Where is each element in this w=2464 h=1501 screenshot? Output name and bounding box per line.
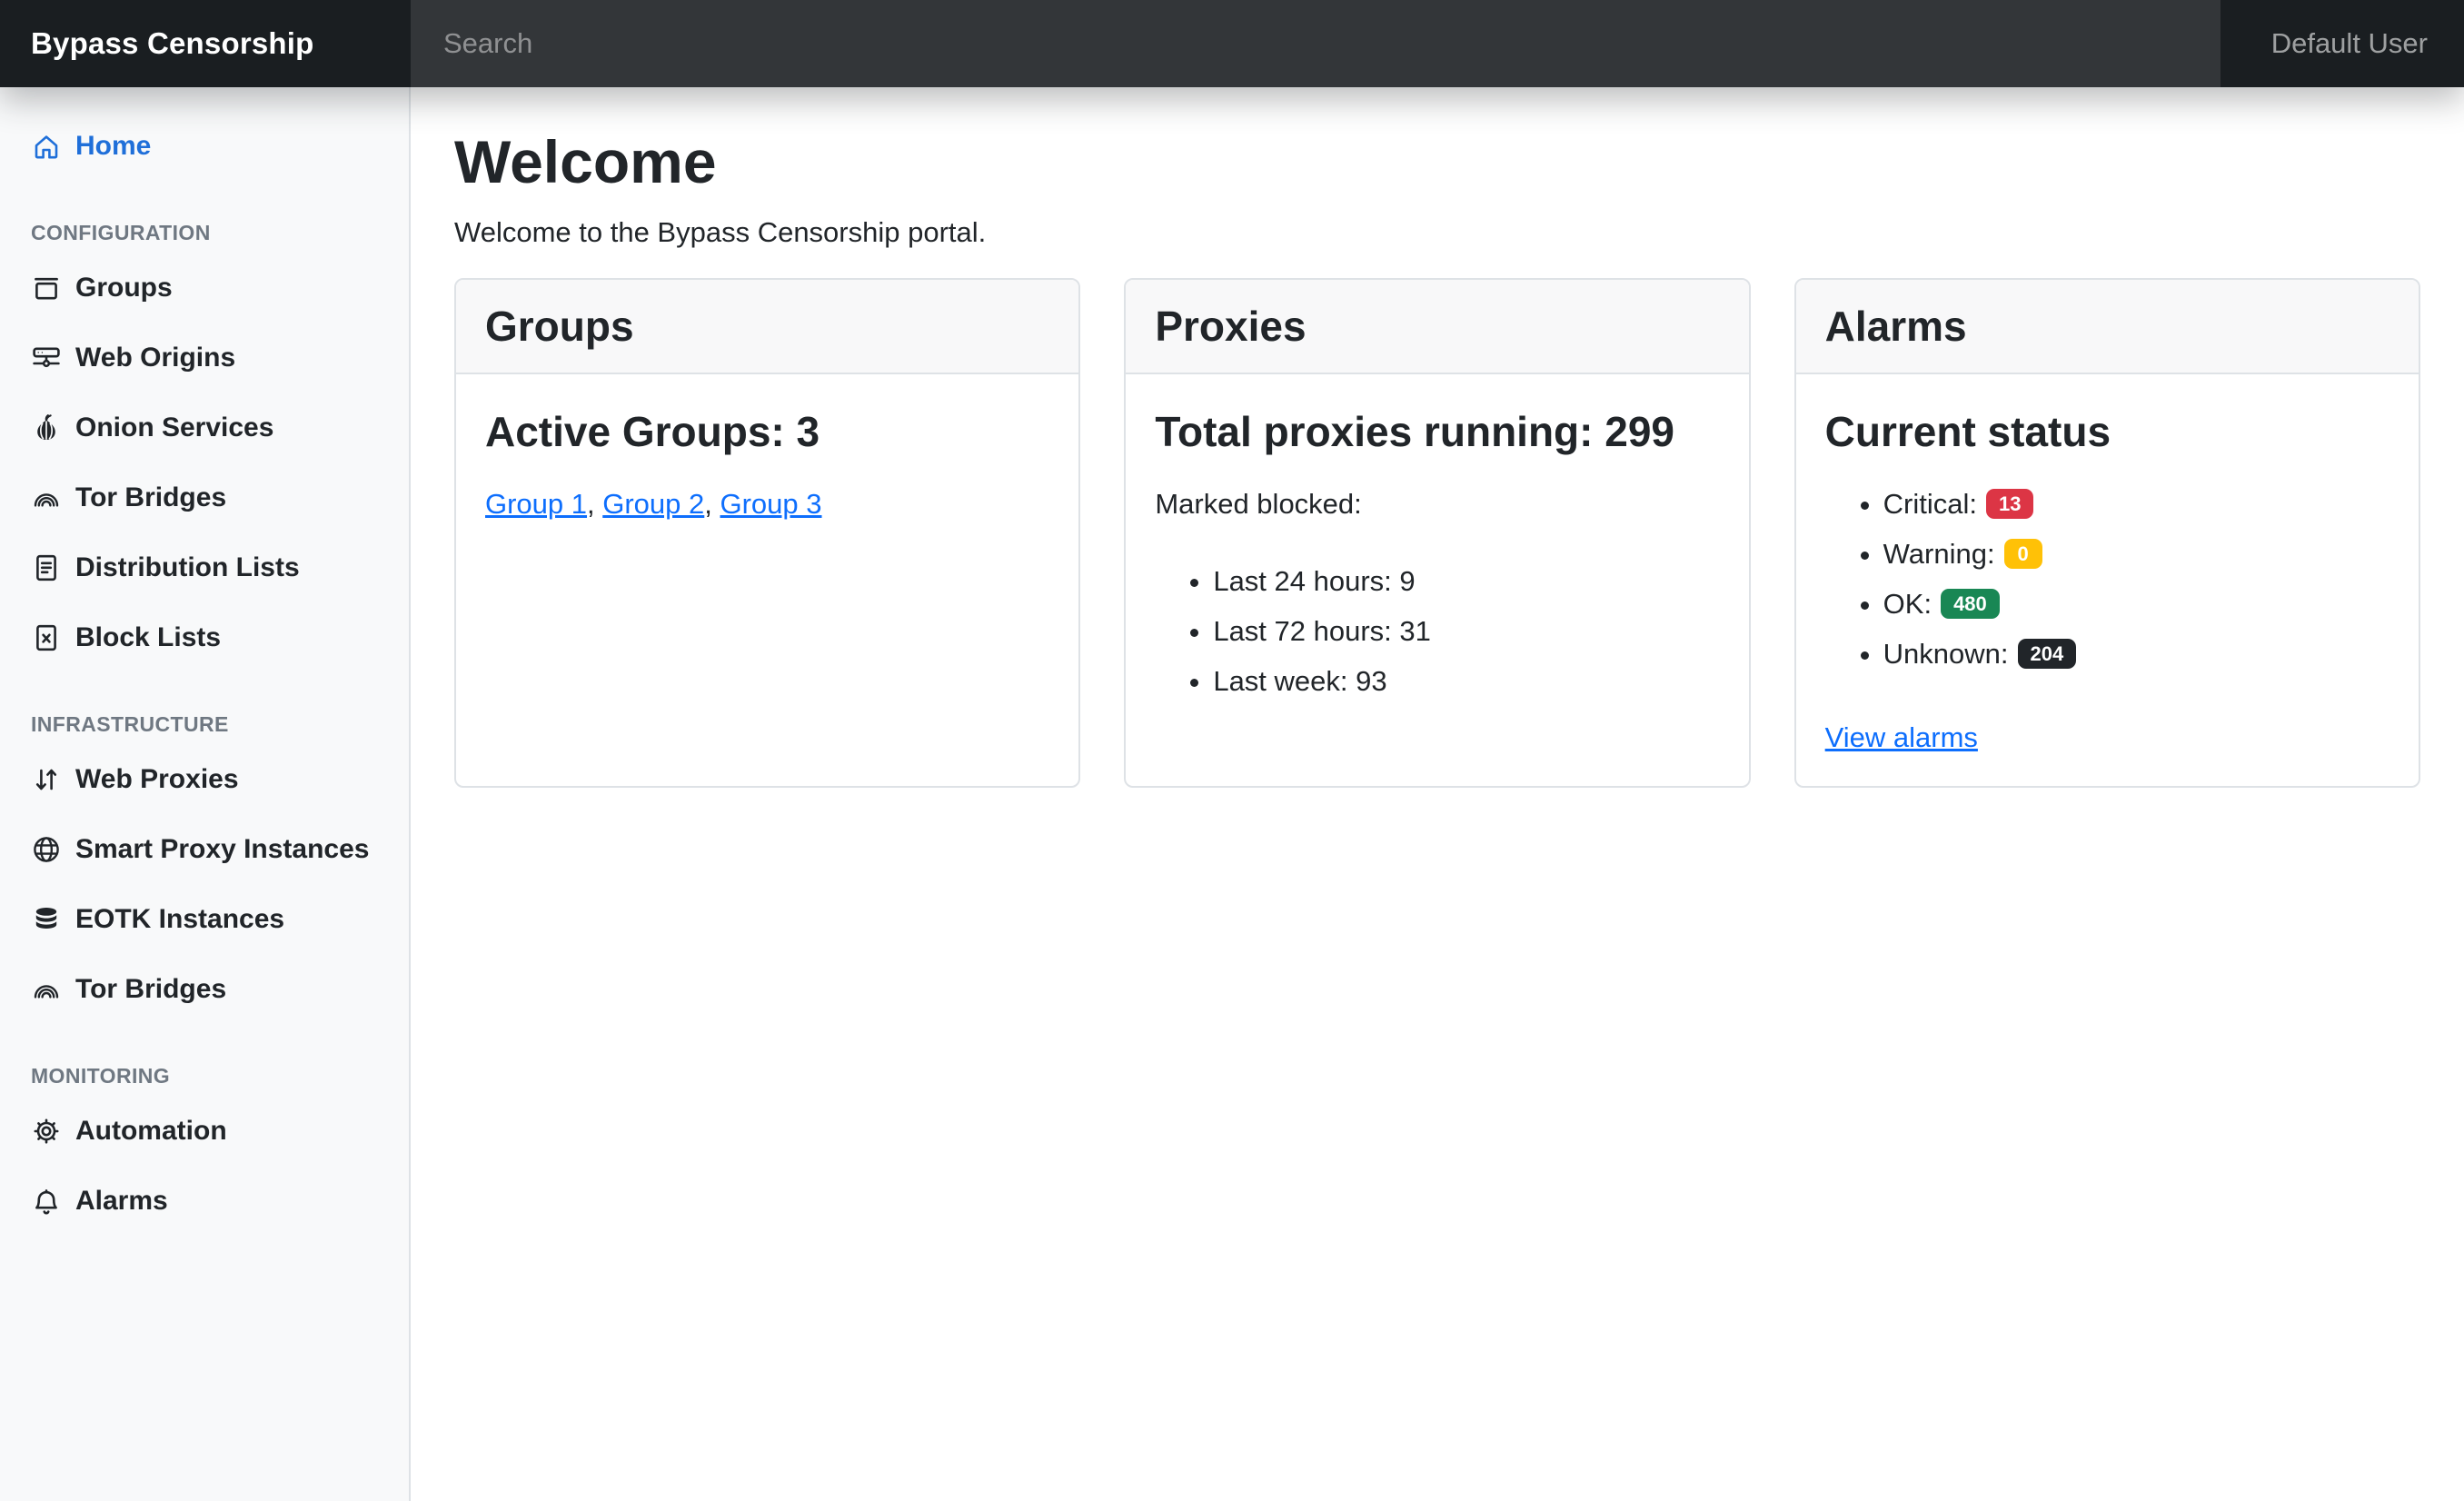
main-content: Welcome Welcome to the Bypass Censorship… bbox=[411, 87, 2464, 1501]
unknown-count-badge: 204 bbox=[2018, 639, 2077, 670]
page-subtitle: Welcome to the Bypass Censorship portal. bbox=[454, 216, 2420, 249]
blocked-last-24-hours: Last 24 hours: 9 bbox=[1213, 562, 1719, 602]
alarms-card-title: Alarms bbox=[1796, 280, 2419, 374]
file-text-icon bbox=[31, 552, 62, 583]
sidebar-item-label: Groups bbox=[75, 267, 173, 308]
sidebar-item-home[interactable]: Home bbox=[0, 111, 409, 181]
sidebar-item-web-origins[interactable]: Web Origins bbox=[0, 323, 409, 393]
sidebar-item-label: Web Origins bbox=[75, 337, 235, 378]
status-label: Critical: bbox=[1883, 488, 1977, 520]
rainbow-icon bbox=[31, 482, 62, 513]
alarms-card-body: Current status Critical: 13 Warning: 0 OK:… bbox=[1796, 374, 2419, 786]
ok-count-badge: 480 bbox=[1941, 589, 2000, 620]
group-3-link[interactable]: Group 3 bbox=[720, 488, 822, 520]
view-alarms-link[interactable]: View alarms bbox=[1825, 718, 1978, 759]
sidebar-item-alarms[interactable]: Alarms bbox=[0, 1166, 409, 1236]
sidebar-item-label: Home bbox=[75, 125, 151, 166]
total-proxies-count: Total proxies running: 299 bbox=[1155, 402, 1719, 462]
brand-link[interactable]: Bypass Censorship bbox=[0, 0, 411, 87]
sidebar-item-automation[interactable]: Automation bbox=[0, 1096, 409, 1166]
page-body: Home CONFIGURATION Groups Web O bbox=[0, 87, 2464, 1501]
sidebar-item-smart-proxy-instances[interactable]: Smart Proxy Instances bbox=[0, 814, 409, 884]
group-1-link[interactable]: Group 1 bbox=[485, 488, 587, 520]
archive-icon bbox=[31, 273, 62, 303]
sidebar-section-infrastructure: INFRASTRUCTURE bbox=[0, 712, 409, 737]
sidebar-item-label: Web Proxies bbox=[75, 759, 239, 800]
alarm-status-list: Critical: 13 Warning: 0 OK: 480 Unknown: 204 bbox=[1825, 484, 2389, 675]
rainbow-icon bbox=[31, 974, 62, 1005]
sidebar-item-eotk-instances[interactable]: EOTK Instances bbox=[0, 884, 409, 954]
user-menu[interactable]: Default User bbox=[2221, 0, 2464, 87]
critical-count-badge: 13 bbox=[1986, 489, 2033, 520]
sidebar-item-distribution-lists[interactable]: Distribution Lists bbox=[0, 532, 409, 602]
active-groups-count: Active Groups: 3 bbox=[485, 402, 1049, 462]
proxies-card: Proxies Total proxies running: 299 Marke… bbox=[1124, 278, 1750, 788]
network-server-icon bbox=[31, 343, 62, 373]
sidebar-item-onion-services[interactable]: Onion Services bbox=[0, 393, 409, 462]
sidebar: Home CONFIGURATION Groups Web O bbox=[0, 87, 411, 1501]
sidebar-item-label: Automation bbox=[75, 1110, 227, 1151]
warning-count-badge: 0 bbox=[2004, 539, 2042, 570]
blocked-last-week: Last week: 93 bbox=[1213, 661, 1719, 702]
sidebar-item-label: Block Lists bbox=[75, 617, 221, 658]
groups-card-title: Groups bbox=[456, 280, 1078, 374]
sidebar-item-block-lists[interactable]: Block Lists bbox=[0, 602, 409, 672]
separator: , bbox=[587, 488, 602, 520]
page-title: Welcome bbox=[454, 127, 2420, 196]
alarm-status-unknown: Unknown: 204 bbox=[1883, 634, 2389, 675]
current-status-heading: Current status bbox=[1825, 402, 2389, 462]
alarms-card: Alarms Current status Critical: 13 Warnin… bbox=[1794, 278, 2420, 788]
status-label: Warning: bbox=[1883, 538, 1995, 570]
blocked-last-72-hours: Last 72 hours: 31 bbox=[1213, 611, 1719, 652]
sidebar-item-groups[interactable]: Groups bbox=[0, 253, 409, 323]
gear-icon bbox=[31, 1116, 62, 1147]
top-navbar: Bypass Censorship Default User bbox=[0, 0, 2464, 87]
group-2-link[interactable]: Group 2 bbox=[602, 488, 704, 520]
sidebar-item-web-proxies[interactable]: Web Proxies bbox=[0, 744, 409, 814]
sidebar-item-label: Smart Proxy Instances bbox=[75, 829, 369, 870]
sidebar-item-label: Tor Bridges bbox=[75, 969, 226, 1009]
summary-cards: Groups Active Groups: 3 Group 1, Group 2… bbox=[454, 278, 2420, 788]
proxies-card-body: Total proxies running: 299 Marked blocke… bbox=[1126, 374, 1748, 738]
onion-icon bbox=[31, 413, 62, 443]
group-links: Group 1, Group 2, Group 3 bbox=[485, 484, 1049, 525]
alarm-status-ok: OK: 480 bbox=[1883, 584, 2389, 625]
groups-card-body: Active Groups: 3 Group 1, Group 2, Group… bbox=[456, 374, 1078, 552]
sidebar-item-label: EOTK Instances bbox=[75, 899, 284, 939]
marked-blocked-label: Marked blocked: bbox=[1155, 484, 1719, 525]
sidebar-section-configuration: CONFIGURATION bbox=[0, 221, 409, 245]
status-label: OK: bbox=[1883, 588, 1932, 620]
file-x-icon bbox=[31, 622, 62, 653]
alarm-status-warning: Warning: 0 bbox=[1883, 534, 2389, 575]
house-icon bbox=[31, 131, 62, 162]
globe-icon bbox=[31, 834, 62, 865]
separator: , bbox=[704, 488, 720, 520]
blocked-list: Last 24 hours: 9 Last 72 hours: 31 Last … bbox=[1155, 562, 1719, 702]
database-icon bbox=[31, 904, 62, 935]
bell-icon bbox=[31, 1186, 62, 1217]
search-input[interactable] bbox=[411, 0, 2221, 87]
sidebar-item-label: Onion Services bbox=[75, 407, 273, 448]
sidebar-item-label: Distribution Lists bbox=[75, 547, 300, 588]
alarm-status-critical: Critical: 13 bbox=[1883, 484, 2389, 525]
sidebar-item-label: Alarms bbox=[75, 1180, 168, 1221]
sidebar-item-tor-bridges-infra[interactable]: Tor Bridges bbox=[0, 954, 409, 1024]
sidebar-item-label: Tor Bridges bbox=[75, 477, 226, 518]
sidebar-section-monitoring: MONITORING bbox=[0, 1064, 409, 1088]
groups-card: Groups Active Groups: 3 Group 1, Group 2… bbox=[454, 278, 1080, 788]
proxies-card-title: Proxies bbox=[1126, 280, 1748, 374]
status-label: Unknown: bbox=[1883, 638, 2009, 670]
sidebar-item-tor-bridges-config[interactable]: Tor Bridges bbox=[0, 462, 409, 532]
arrow-down-up-icon bbox=[31, 764, 62, 795]
